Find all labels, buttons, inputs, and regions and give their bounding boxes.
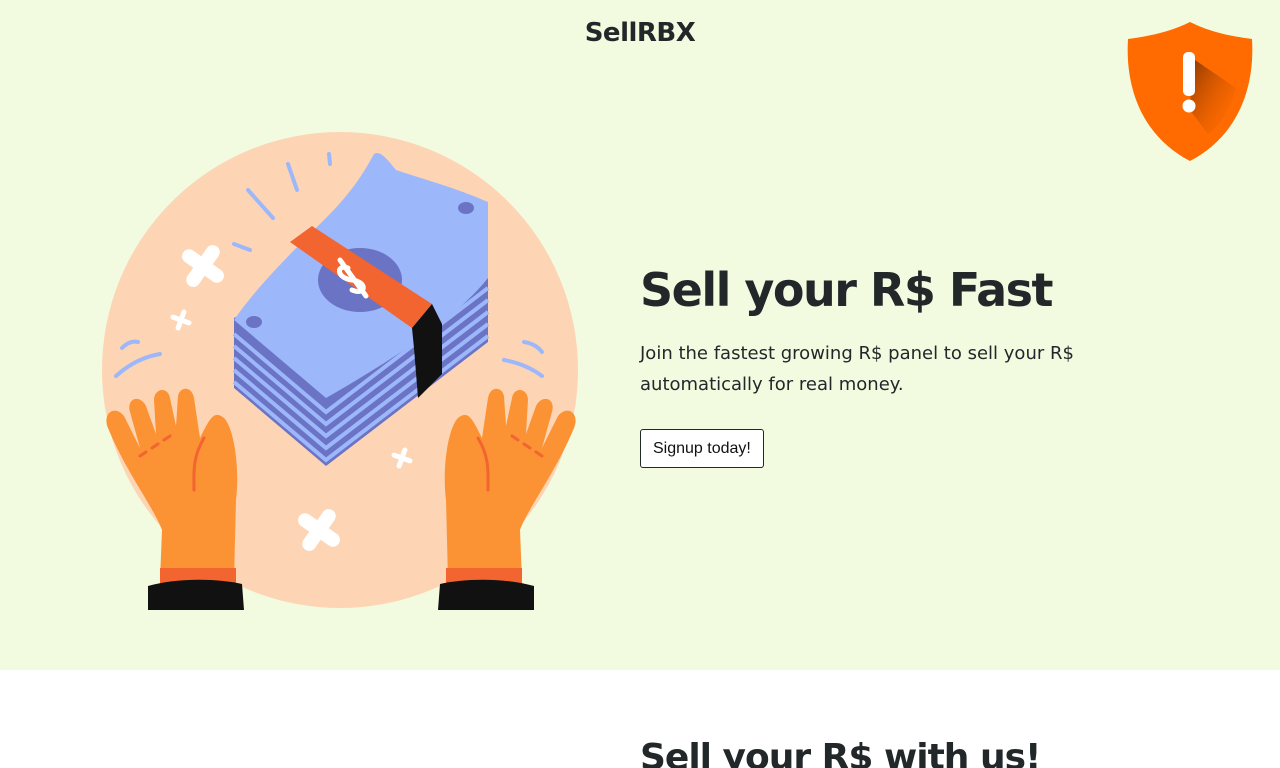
hero-section: SellRBX Sell your R$ Fast Join the faste… bbox=[0, 0, 1280, 670]
shield-alert-icon[interactable] bbox=[1124, 18, 1256, 164]
brand-logo[interactable]: SellRBX bbox=[0, 18, 1280, 48]
hero-headline: Sell your R$ Fast bbox=[640, 263, 1054, 317]
hero-subtext: Join the fastest growing R$ panel to sel… bbox=[640, 343, 1074, 395]
signup-button[interactable]: Signup today! bbox=[640, 429, 764, 468]
money-stack-hands-illustration bbox=[102, 132, 578, 610]
features-section: Sell your R$ with us! bbox=[0, 670, 1280, 768]
section-title: Sell your R$ with us! bbox=[640, 737, 1041, 768]
